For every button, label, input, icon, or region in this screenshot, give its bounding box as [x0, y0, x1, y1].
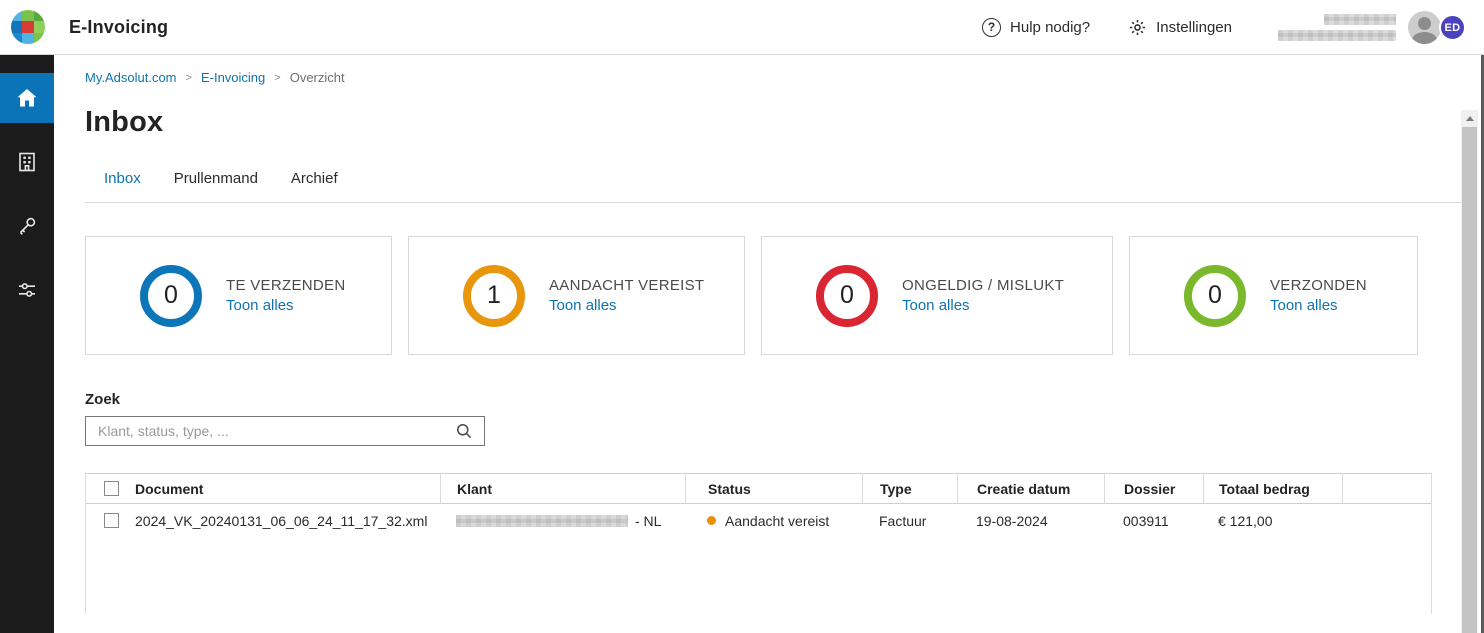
column-header-type: Type: [880, 481, 912, 497]
top-header: E-Invoicing ? Hulp nodig? Instellingen E…: [0, 0, 1484, 55]
row-dossier: 003911: [1123, 513, 1169, 529]
card-te-verzenden: 0 TE VERZENDEN Toon alles: [85, 236, 392, 355]
row-creatie-datum: 19-08-2024: [976, 513, 1048, 529]
column-header-dossier: Dossier: [1124, 481, 1175, 497]
sidebar-nav: [0, 55, 54, 633]
main-content: My.Adsolut.com > E-Invoicing > Overzicht…: [54, 55, 1460, 633]
count-ring-red: 0: [816, 265, 878, 327]
column-header-status: Status: [708, 481, 751, 497]
home-icon: [15, 86, 39, 110]
card-label: AANDACHT VEREIST: [549, 277, 704, 294]
tabs-divider: [85, 202, 1463, 203]
sidebar-item-home[interactable]: [0, 73, 54, 123]
user-avatar-icon: [1408, 11, 1441, 44]
row-checkbox[interactable]: [104, 513, 119, 528]
card-label: VERZONDEN: [1270, 277, 1367, 294]
breadcrumb-separator: >: [274, 72, 280, 84]
documents-table: Document Klant Status Type Creatie datum…: [85, 473, 1432, 614]
app-title: E-Invoicing: [69, 17, 168, 38]
sidebar-item-access[interactable]: [0, 201, 54, 251]
row-klant-suffix: - NL: [635, 513, 661, 529]
column-header-klant: Klant: [457, 481, 492, 497]
toon-alles-link[interactable]: Toon alles: [1270, 297, 1367, 314]
key-icon: [15, 214, 39, 238]
tab-archief[interactable]: Archief: [291, 170, 338, 187]
row-status: Aandacht vereist: [725, 513, 829, 529]
sidebar-item-settings[interactable]: [0, 265, 54, 315]
row-type: Factuur: [879, 513, 926, 529]
card-label: TE VERZENDEN: [226, 277, 345, 294]
help-icon: ?: [982, 18, 1001, 37]
status-dot-icon: [707, 516, 716, 525]
vertical-scrollbar[interactable]: [1461, 110, 1478, 633]
card-verzonden: 0 VERZONDEN Toon alles: [1129, 236, 1418, 355]
search-icon[interactable]: [454, 421, 474, 441]
toon-alles-link[interactable]: Toon alles: [902, 297, 1064, 314]
column-header-totaal-bedrag: Totaal bedrag: [1219, 481, 1310, 497]
sidebar-item-dossiers[interactable]: [0, 137, 54, 187]
building-icon: [15, 150, 39, 174]
breadcrumb-link-einvoicing[interactable]: E-Invoicing: [201, 70, 265, 85]
scrollbar-thumb[interactable]: [1462, 127, 1477, 633]
select-all-checkbox[interactable]: [104, 481, 119, 496]
search-label: Zoek: [85, 391, 1460, 408]
avatar[interactable]: ED: [1408, 10, 1466, 44]
table-row[interactable]: 2024_VK_20240131_06_06_24_11_17_32.xml -…: [86, 504, 1431, 537]
count-ring-orange: 1: [463, 265, 525, 327]
row-totaal-bedrag: € 121,00: [1218, 513, 1273, 529]
column-header-creatie-datum: Creatie datum: [977, 481, 1070, 497]
redacted-text-line: [1324, 14, 1396, 25]
tab-bar: Inbox Prullenmand Archief: [85, 170, 1460, 187]
scrollbar-up-button[interactable]: [1461, 110, 1478, 127]
count-ring-blue: 0: [140, 265, 202, 327]
search-input[interactable]: [96, 422, 454, 440]
page-title: Inbox: [85, 106, 1460, 139]
column-header-document: Document: [135, 481, 203, 497]
toon-alles-link[interactable]: Toon alles: [549, 297, 704, 314]
settings-label: Instellingen: [1156, 19, 1232, 36]
summary-cards: 0 TE VERZENDEN Toon alles 1 AANDACHT VER…: [85, 236, 1460, 355]
settings-menu-item[interactable]: Instellingen: [1128, 18, 1232, 37]
app-logo: [11, 10, 45, 44]
redacted-text-line: [1278, 30, 1396, 41]
row-klant-redacted: [456, 515, 628, 527]
card-aandacht-vereist: 1 AANDACHT VEREIST Toon alles: [408, 236, 745, 355]
user-account[interactable]: ED: [1278, 10, 1466, 44]
breadcrumb: My.Adsolut.com > E-Invoicing > Overzicht: [85, 70, 1460, 85]
avatar-initials-badge: ED: [1439, 14, 1466, 41]
card-ongeldig-mislukt: 0 ONGELDIG / MISLUKT Toon alles: [761, 236, 1113, 355]
breadcrumb-separator: >: [186, 72, 192, 84]
row-document-name: 2024_VK_20240131_06_06_24_11_17_32.xml: [135, 513, 427, 529]
breadcrumb-current: Overzicht: [290, 70, 345, 85]
gear-icon: [1128, 18, 1147, 37]
toon-alles-link[interactable]: Toon alles: [226, 297, 345, 314]
table-header-row: Document Klant Status Type Creatie datum…: [86, 474, 1431, 504]
sliders-icon: [15, 278, 39, 302]
tab-prullenmand[interactable]: Prullenmand: [174, 170, 258, 187]
help-label: Hulp nodig?: [1010, 19, 1090, 36]
search-box: [85, 416, 485, 446]
arrow-up-icon: [1466, 116, 1474, 121]
user-name-redacted: [1278, 14, 1396, 41]
breadcrumb-link-home[interactable]: My.Adsolut.com: [85, 70, 177, 85]
help-menu-item[interactable]: ? Hulp nodig?: [982, 18, 1090, 37]
card-label: ONGELDIG / MISLUKT: [902, 277, 1064, 294]
count-ring-green: 0: [1184, 265, 1246, 327]
tab-inbox[interactable]: Inbox: [104, 170, 141, 187]
